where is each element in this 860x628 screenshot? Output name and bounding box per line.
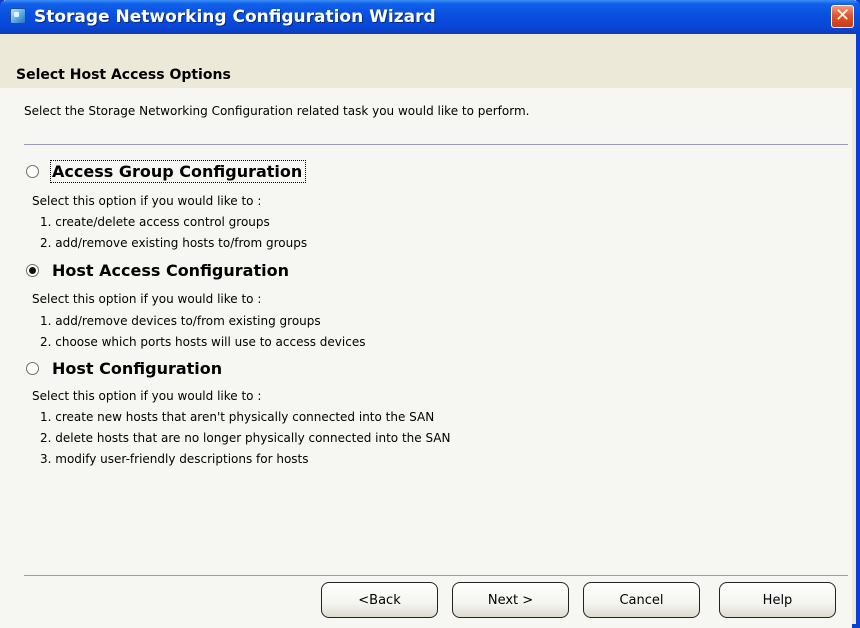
option-task-list: 1. add/remove devices to/from existing g… xyxy=(40,314,365,356)
close-button[interactable]: ✕ xyxy=(831,5,854,28)
next-button[interactable]: Next > xyxy=(452,582,569,618)
option-task-list: 1. create new hosts that aren't physical… xyxy=(40,410,450,473)
list-item: 3. modify user-friendly descriptions for… xyxy=(40,452,309,466)
option-label-access-group[interactable]: Access Group Configuration xyxy=(49,160,307,183)
top-divider xyxy=(24,144,848,145)
bottom-divider xyxy=(24,575,848,576)
title-bar[interactable]: Storage Networking Configuration Wizard … xyxy=(0,0,860,34)
list-item: 2. choose which ports hosts will use to … xyxy=(40,335,366,349)
option-task-list: 1. create/delete access control groups 2… xyxy=(40,215,307,257)
close-icon: ✕ xyxy=(834,5,851,26)
window-title: Storage Networking Configuration Wizard xyxy=(34,7,436,27)
instruction-text: Select the Storage Networking Configurat… xyxy=(24,104,530,118)
page-title: Select Host Access Options xyxy=(16,67,231,83)
radio-host-config[interactable] xyxy=(26,362,39,375)
option-host-config[interactable]: Host Configuration xyxy=(26,359,222,378)
option-label-host-config[interactable]: Host Configuration xyxy=(52,359,222,378)
option-description: Select this option if you would like to … xyxy=(32,389,262,403)
help-button[interactable]: Help xyxy=(719,582,836,618)
list-item: 1. create new hosts that aren't physical… xyxy=(40,410,435,424)
list-item: 2. add/remove existing hosts to/from gro… xyxy=(40,236,308,250)
radio-host-access[interactable] xyxy=(26,264,39,277)
option-description: Select this option if you would like to … xyxy=(32,194,262,208)
option-label-host-access[interactable]: Host Access Configuration xyxy=(52,261,289,280)
list-item: 2. delete hosts that are no longer physi… xyxy=(40,431,451,445)
cancel-button[interactable]: Cancel xyxy=(583,582,700,618)
back-button[interactable]: <Back xyxy=(321,582,438,618)
app-icon xyxy=(10,8,26,24)
option-host-access[interactable]: Host Access Configuration xyxy=(26,261,289,280)
list-item: 1. create/delete access control groups xyxy=(40,215,270,229)
radio-access-group[interactable] xyxy=(26,165,39,178)
option-description: Select this option if you would like to … xyxy=(32,292,262,306)
option-access-group[interactable]: Access Group Configuration xyxy=(26,160,307,183)
list-item: 1. add/remove devices to/from existing g… xyxy=(40,314,321,328)
